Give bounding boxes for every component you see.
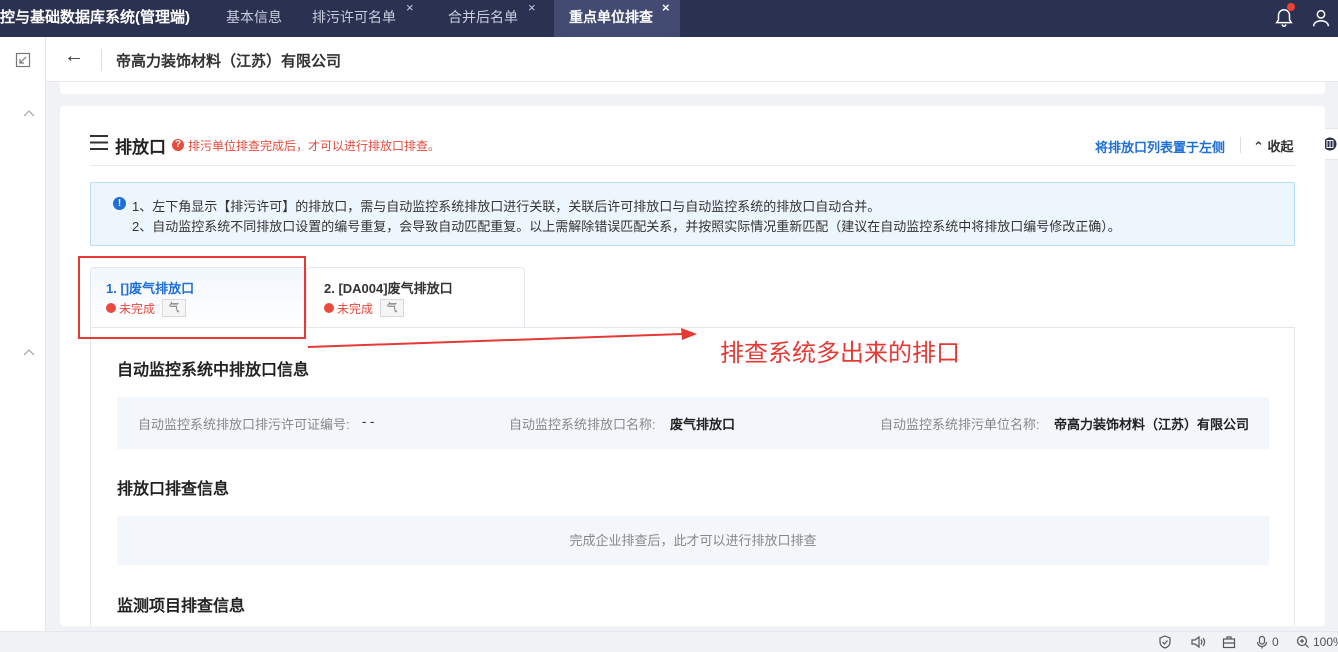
microphone-icon[interactable] bbox=[1255, 635, 1269, 649]
page-header: ← 帝高力装饰材料（江苏）有限公司 bbox=[46, 37, 1338, 82]
auto-monitor-info-grid: 自动监控系统排放口排污许可证编号: - - 自动监控系统排放口名称: 废气排放口… bbox=[117, 397, 1269, 449]
collapse-button[interactable]: ⌃ 收起 bbox=[1253, 136, 1294, 155]
divider bbox=[90, 165, 1295, 166]
outlet-tab-2[interactable]: 2. [DA004]废气排放口 未完成 气 bbox=[306, 267, 525, 328]
upper-card-edge bbox=[60, 82, 1325, 94]
close-icon[interactable]: × bbox=[406, 0, 414, 15]
mic-count: 0 bbox=[1272, 635, 1279, 649]
status-bar: 0 100% bbox=[0, 631, 1338, 652]
monitoring-info-title: 监测项目排查信息 bbox=[117, 598, 246, 615]
tab-key-unit-inspection[interactable]: 重点单位排查 × bbox=[554, 0, 680, 37]
tab-label: 重点单位排查 bbox=[569, 9, 653, 25]
outlet-tab-name: 2. [DA004]废气排放口 bbox=[324, 281, 453, 296]
page-title: 帝高力装饰材料（江苏）有限公司 bbox=[116, 53, 342, 70]
section-title: 排放口 bbox=[115, 138, 166, 157]
inspection-info-title: 排放口排查信息 bbox=[117, 481, 230, 498]
unit-name-value: 帝高力装饰材料（江苏）有限公司 bbox=[1054, 417, 1250, 432]
notice-line-2: 2、自动监控系统不同排放口设置的编号重复，会导致自动匹配重复。以上需解除错误匹配… bbox=[132, 219, 1121, 234]
annotation-text: 排查系统多出来的排口 bbox=[720, 340, 960, 367]
top-bar: 控与基础数据库系统(管理端) 基本信息 排污许可名单 × 合并后名单 × 重点单… bbox=[0, 0, 1338, 37]
annotation-highlight-box bbox=[78, 256, 306, 339]
chevron-up-icon[interactable] bbox=[23, 109, 35, 117]
clock-icon bbox=[324, 303, 334, 313]
tab-merged-list[interactable]: 合并后名单 × bbox=[448, 0, 536, 37]
annotation-arrow-icon bbox=[307, 328, 697, 348]
toolbox-icon[interactable] bbox=[1222, 635, 1236, 649]
tab-basic-info[interactable]: 基本信息 bbox=[226, 0, 282, 37]
app-title: 控与基础数据库系统(管理端) bbox=[0, 9, 190, 26]
inspection-empty-state: 完成企业排查后，此才可以进行排放口排查 bbox=[117, 516, 1269, 565]
permit-label: 自动监控系统排放口排污许可证编号: bbox=[138, 417, 350, 432]
notification-dot bbox=[1287, 3, 1295, 11]
menu-icon bbox=[90, 135, 108, 150]
tab-label: 基本信息 bbox=[226, 9, 282, 25]
collapse-sidebar-icon[interactable] bbox=[15, 52, 31, 68]
tab-label: 排污许可名单 bbox=[312, 9, 396, 25]
type-tag: 气 bbox=[380, 299, 404, 317]
unit-name-label: 自动监控系统排污单位名称: bbox=[880, 417, 1040, 432]
permit-value: - - bbox=[362, 414, 375, 429]
outlet-name-label: 自动监控系统排放口名称: bbox=[509, 417, 656, 432]
zoom-icon[interactable] bbox=[1296, 635, 1310, 649]
auto-monitor-info-title: 自动监控系统中排放口信息 bbox=[117, 362, 310, 379]
outlet-card: 排放口 ? 排污单位排查完成后，才可以进行排放口排查。 将排放口列表置于左侧 ⌃… bbox=[60, 106, 1325, 626]
status-badge: 未完成 bbox=[337, 302, 374, 316]
warning-text: 排污单位排查完成后，才可以进行排放口排查。 bbox=[188, 139, 441, 153]
shield-icon[interactable] bbox=[1158, 635, 1172, 649]
chevron-up-icon[interactable] bbox=[23, 348, 35, 356]
info-icon: ! bbox=[113, 197, 126, 210]
tab-label: 合并后名单 bbox=[448, 9, 518, 25]
notice-line-1: 1、左下角显示【排污许可】的排放口，需与自动监控系统排放口进行关联，关联后许可排… bbox=[132, 199, 881, 214]
question-icon: ? bbox=[172, 139, 184, 151]
outlet-detail-panel: 自动监控系统中排放口信息 自动监控系统排放口排污许可证编号: - - 自动监控系… bbox=[90, 327, 1295, 626]
notice-box: ! 1、左下角显示【排污许可】的排放口，需与自动监控系统排放口进行关联，关联后许… bbox=[90, 182, 1295, 246]
user-icon[interactable] bbox=[1310, 7, 1332, 29]
move-list-left-link[interactable]: 将排放口列表置于左侧 bbox=[1095, 137, 1225, 156]
book-icon bbox=[1323, 137, 1337, 151]
zoom-level: 100% bbox=[1313, 635, 1338, 649]
close-icon[interactable]: × bbox=[662, 0, 670, 15]
speaker-icon[interactable] bbox=[1190, 635, 1206, 649]
sidebar bbox=[0, 37, 46, 631]
back-arrow-icon[interactable]: ← bbox=[64, 45, 84, 68]
divider bbox=[1240, 137, 1241, 153]
close-icon[interactable]: × bbox=[528, 0, 536, 15]
tab-permit-list[interactable]: 排污许可名单 × bbox=[312, 0, 414, 37]
outlet-name-value: 废气排放口 bbox=[670, 417, 736, 432]
divider bbox=[101, 49, 102, 71]
